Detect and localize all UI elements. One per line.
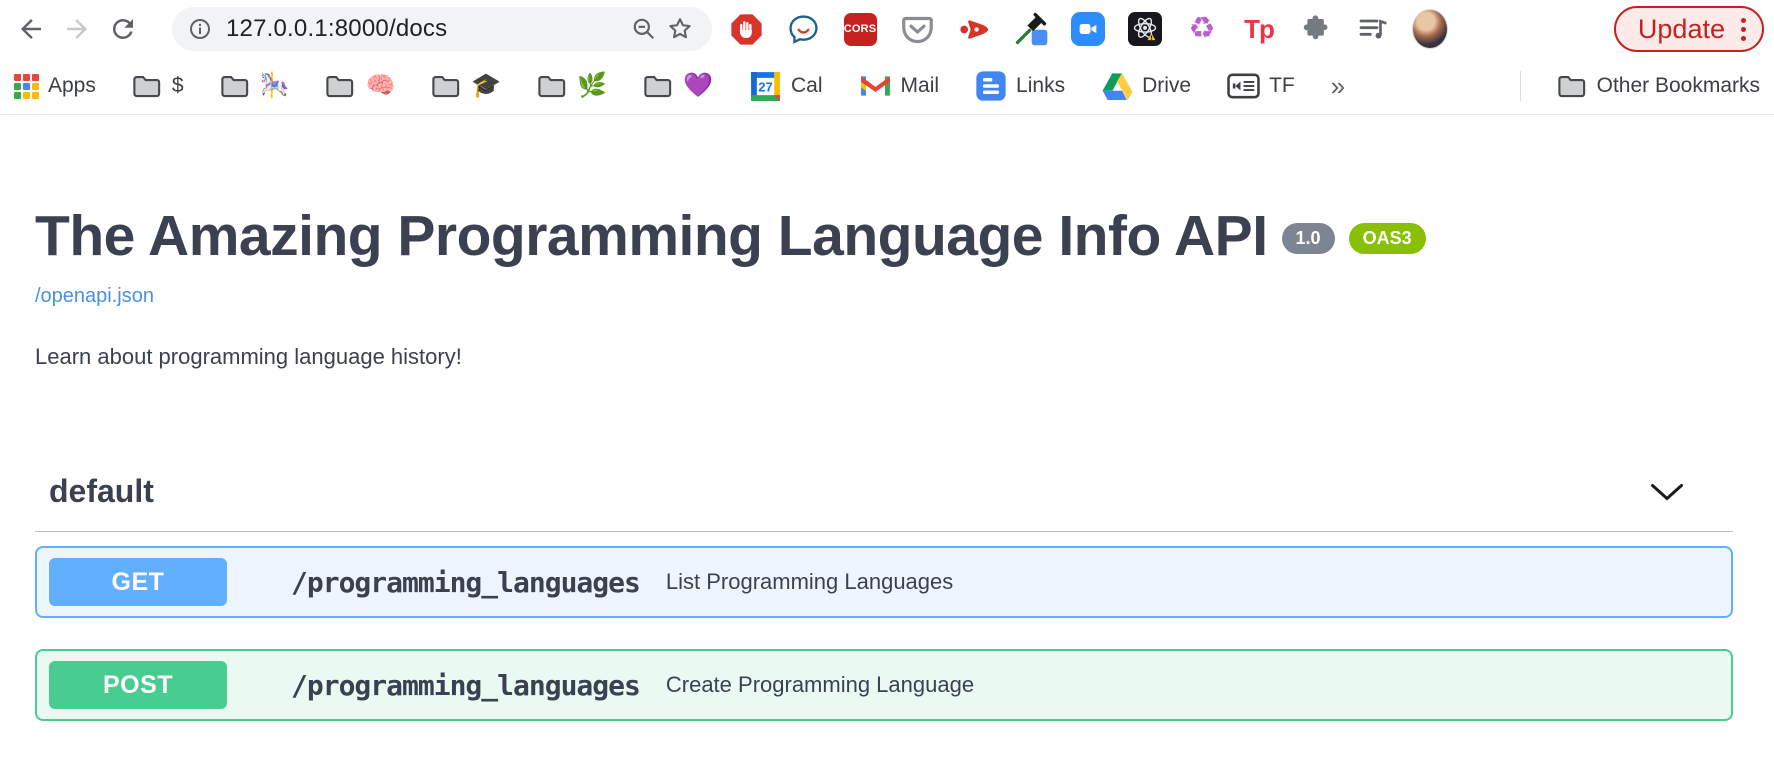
other-bookmarks-label: Other Bookmarks (1597, 74, 1760, 98)
api-description: Learn about programming language history… (35, 344, 1733, 370)
tp-extension-icon[interactable]: Tp (1241, 11, 1277, 47)
bookmark-folder-herb[interactable]: 🌿 (537, 74, 607, 99)
tag-name: default (35, 473, 154, 510)
google-drive-icon (1101, 72, 1133, 100)
magnifier-minus-icon (631, 16, 657, 42)
bookmark-links[interactable]: Links (975, 70, 1065, 102)
endpoint-path: /programming_languages (291, 669, 640, 702)
endpoint-summary: Create Programming Language (666, 672, 974, 698)
forward-arrow-icon (62, 14, 92, 44)
bookmarks-overflow-chevron[interactable]: » (1331, 71, 1345, 102)
version-badge: 1.0 (1282, 223, 1335, 254)
links-label: Links (1016, 74, 1065, 98)
endpoint-row-get[interactable]: GET /programming_languages List Programm… (35, 546, 1733, 618)
endpoint-summary: List Programming Languages (666, 569, 953, 595)
oas3-badge: OAS3 (1349, 223, 1426, 254)
extensions-strip: CORS (728, 11, 1448, 47)
bookmark-drive[interactable]: Drive (1101, 72, 1191, 100)
api-title-row: The Amazing Programming Language Info AP… (35, 203, 1733, 269)
react-devtools-extension-icon[interactable] (1127, 11, 1163, 47)
recycle-glyph: ♻ (1189, 14, 1216, 44)
gmail-label: Mail (901, 74, 940, 98)
tag-section-header[interactable]: default (35, 473, 1733, 510)
endpoint-row-post[interactable]: POST /programming_languages Create Progr… (35, 649, 1733, 721)
puzzle-extensions-menu-icon[interactable] (1298, 11, 1334, 47)
folder-icon (1557, 74, 1588, 99)
folder-icon (643, 74, 674, 99)
back-arrow-icon (16, 14, 46, 44)
browser-menu-kebab-icon[interactable] (1741, 18, 1746, 41)
bookmark-star-button[interactable] (662, 11, 698, 47)
recycle-extension-icon[interactable]: ♻ (1184, 11, 1220, 47)
gmail-icon (859, 73, 892, 99)
folder-icon (431, 74, 462, 99)
bookmark-folder-brain[interactable]: 🧠 (325, 74, 395, 99)
tf-announcement-icon (1227, 73, 1260, 99)
cors-extension-icon[interactable]: CORS (842, 11, 878, 47)
video-camera-icon (1078, 19, 1098, 39)
endpoint-path: /programming_languages (291, 566, 640, 599)
section-divider (35, 531, 1733, 532)
bookmark-calendar[interactable]: 27 Cal (749, 70, 823, 103)
update-label: Update (1638, 14, 1725, 45)
tf-label: TF (1269, 74, 1295, 98)
google-calendar-icon: 27 (749, 70, 782, 103)
folder-icon (325, 74, 356, 99)
bookmarks-bar: Apps $ 🎠 🧠 🎓 🌿 💜 (0, 58, 1774, 115)
profile-avatar[interactable] (1412, 11, 1448, 47)
folder-icon (537, 74, 568, 99)
page-info-icon[interactable] (188, 17, 212, 41)
eyedropper-extension-icon[interactable] (1013, 11, 1049, 47)
bookmark-folder-purple-heart[interactable]: 💜 (643, 74, 713, 99)
post-method-badge[interactable]: POST (49, 661, 227, 709)
folder-label: $ (172, 74, 184, 98)
calendar-day-number: 27 (758, 79, 773, 94)
folder-label: 🎓 (471, 74, 501, 98)
calendar-label: Cal (791, 74, 823, 98)
get-method-badge[interactable]: GET (49, 558, 227, 606)
bookmark-folder-graduation[interactable]: 🎓 (431, 74, 501, 99)
star-icon (666, 15, 694, 43)
reading-playlist-icon[interactable] (1355, 11, 1391, 47)
bookmark-gmail[interactable]: Mail (859, 73, 940, 99)
chat-bubble-extension-icon[interactable] (785, 11, 821, 47)
collapse-chevron-button[interactable] (1650, 483, 1684, 501)
folder-icon (132, 74, 163, 99)
browser-toolbar: 127.0.0.1:8000/docs (0, 0, 1774, 58)
bookmark-folder-dollar[interactable]: $ (132, 74, 184, 99)
bookmark-tf[interactable]: TF (1227, 73, 1295, 99)
folder-label: 🧠 (365, 74, 395, 98)
default-tag-section: default GET /programming_languages List … (35, 473, 1733, 721)
folder-icon (220, 74, 251, 99)
zoom-extension-icon[interactable] (1070, 11, 1106, 47)
links-doc-icon (975, 70, 1007, 102)
folder-label: 🌿 (577, 74, 607, 98)
folder-label: 💜 (683, 74, 713, 98)
pocket-extension-icon[interactable] (899, 11, 935, 47)
zoom-level-button[interactable] (626, 11, 662, 47)
drive-label: Drive (1142, 74, 1191, 98)
back-button[interactable] (8, 6, 54, 52)
bookmark-apps[interactable]: Apps (14, 74, 96, 99)
tp-label: Tp (1244, 14, 1274, 45)
cors-label: CORS (844, 13, 877, 46)
other-bookmarks[interactable]: Other Bookmarks (1557, 74, 1760, 99)
stop-hand-extension-icon[interactable] (728, 11, 764, 47)
swagger-page: The Amazing Programming Language Info AP… (0, 203, 1774, 721)
apps-label: Apps (48, 74, 96, 98)
openapi-spec-link[interactable]: /openapi.json (35, 285, 154, 308)
chevron-down-icon (1650, 483, 1684, 501)
chrome-update-button[interactable]: Update (1614, 6, 1764, 52)
red-arrow-extension-icon[interactable] (956, 11, 992, 47)
folder-label: 🎠 (260, 74, 290, 98)
url-text[interactable]: 127.0.0.1:8000/docs (226, 15, 626, 43)
bookmarks-divider (1520, 71, 1521, 101)
forward-button[interactable] (54, 6, 100, 52)
reload-button[interactable] (100, 6, 146, 52)
reload-icon (108, 14, 138, 44)
bookmark-folder-carousel[interactable]: 🎠 (220, 74, 290, 99)
address-bar[interactable]: 127.0.0.1:8000/docs (172, 7, 712, 51)
page-title: The Amazing Programming Language Info AP… (35, 203, 1268, 269)
apps-grid-icon (14, 74, 39, 99)
